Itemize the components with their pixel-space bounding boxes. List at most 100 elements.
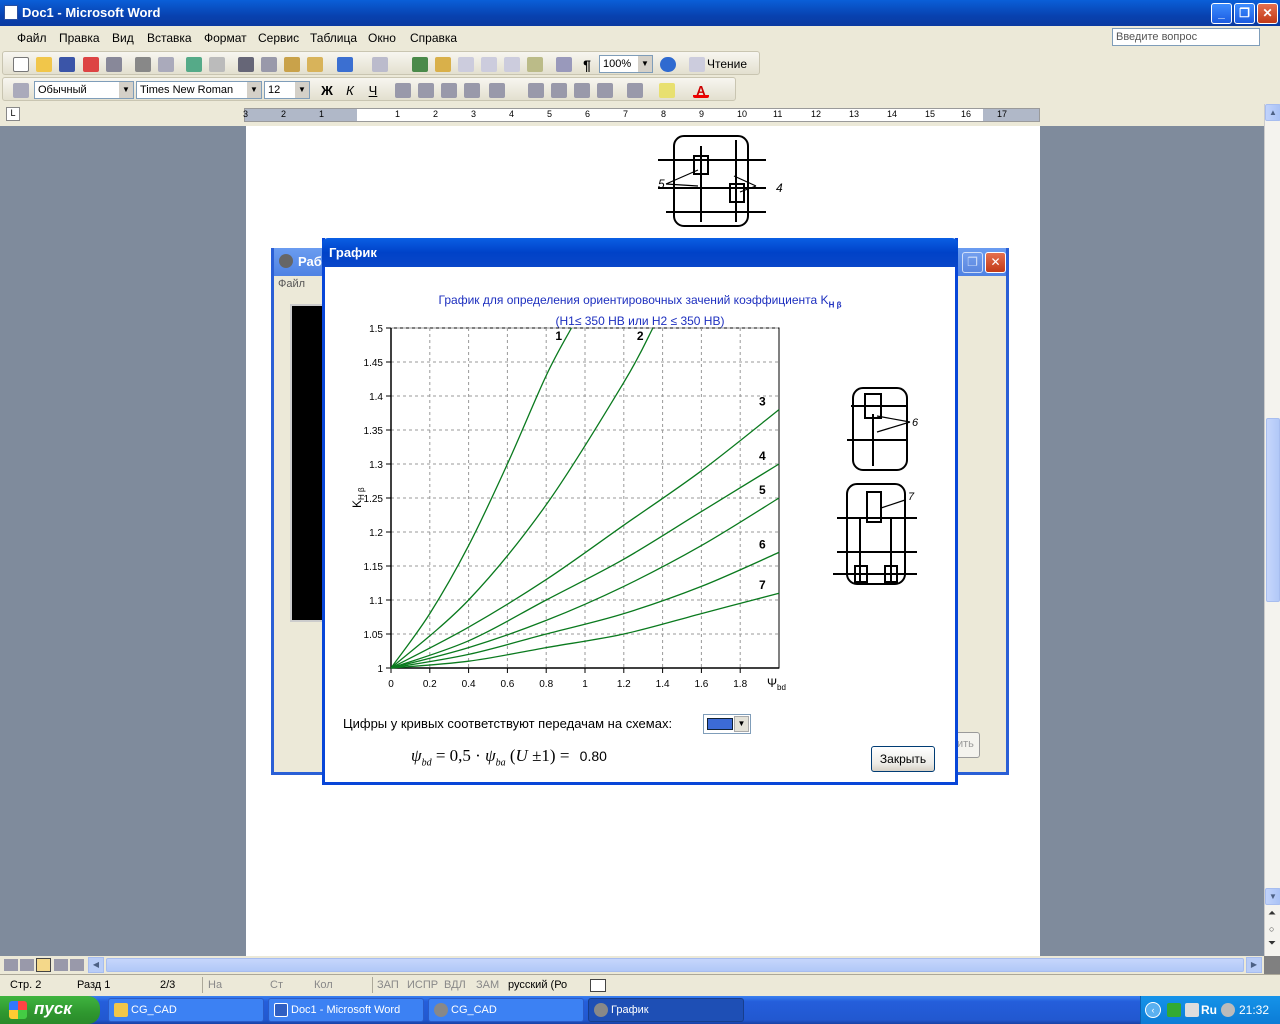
prev-page-icon[interactable]: ⏶ xyxy=(1268,908,1276,919)
print-preview-icon[interactable] xyxy=(158,57,174,72)
y-tick-label: 1.15 xyxy=(364,562,384,573)
normal-view-icon[interactable] xyxy=(4,959,18,971)
horizontal-ruler[interactable]: 3 2 1 1 2 3 4 5 6 7 8 9 10 11 12 13 14 1… xyxy=(243,108,1040,122)
new-doc-icon[interactable] xyxy=(13,57,29,72)
vertical-scrollbar[interactable]: ▲ ▼ ⏶ ○ ⏷ xyxy=(1264,104,1280,956)
save-icon[interactable] xyxy=(59,57,75,72)
zoom-select[interactable]: 100% ▼ xyxy=(599,55,653,73)
scroll-down-button[interactable]: ▼ xyxy=(1265,888,1280,905)
ask-question-input[interactable]: Введите вопрос xyxy=(1112,28,1260,46)
close-dialog-button[interactable]: Закрыть xyxy=(871,746,935,772)
browse-object-icon[interactable]: ○ xyxy=(1269,924,1274,934)
volume-icon[interactable] xyxy=(1185,1003,1199,1017)
bullets-icon[interactable] xyxy=(551,83,567,98)
print-layout-icon[interactable] xyxy=(36,958,51,972)
network-icon[interactable] xyxy=(1167,1003,1181,1017)
styles-pane-icon[interactable] xyxy=(13,83,29,98)
task-cg-cad-folder[interactable]: CG_CAD xyxy=(108,998,264,1022)
reading-view-icon[interactable] xyxy=(70,959,84,971)
insert-excel-icon[interactable] xyxy=(481,57,497,72)
decrease-indent-icon[interactable] xyxy=(574,83,590,98)
cut-icon[interactable] xyxy=(238,57,254,72)
bold-icon[interactable]: Ж xyxy=(319,83,335,98)
language-indicator[interactable]: Ru xyxy=(1201,1003,1217,1017)
align-center-icon[interactable] xyxy=(418,83,434,98)
reading-icon[interactable] xyxy=(689,57,705,72)
style-select[interactable]: Обычный ▼ xyxy=(34,81,134,99)
menu-help[interactable]: Справка xyxy=(410,31,457,45)
font-color-icon[interactable]: A xyxy=(693,83,709,98)
menu-tools[interactable]: Сервис xyxy=(258,31,299,45)
align-right-icon[interactable] xyxy=(441,83,457,98)
menu-format[interactable]: Формат xyxy=(204,31,247,45)
status-ext[interactable]: ВДЛ xyxy=(444,979,466,991)
line-spacing-icon[interactable] xyxy=(489,83,505,98)
tray-app-icon[interactable] xyxy=(1221,1003,1235,1017)
menu-window[interactable]: Окно xyxy=(368,31,396,45)
email-icon[interactable] xyxy=(106,57,122,72)
scroll-up-button[interactable]: ▲ xyxy=(1265,104,1280,121)
highlight-icon[interactable] xyxy=(659,83,675,98)
borders-icon[interactable] xyxy=(627,83,643,98)
italic-icon[interactable]: К xyxy=(342,83,358,98)
bg-maximize-button[interactable]: ❐ xyxy=(962,252,983,273)
reading-mode-button[interactable]: Чтение xyxy=(707,57,747,71)
bg-close-button[interactable]: ✕ xyxy=(985,252,1006,273)
spelling-status-icon[interactable] xyxy=(590,979,606,992)
menu-insert[interactable]: Вставка xyxy=(147,31,192,45)
start-button[interactable]: пуск xyxy=(0,996,100,1024)
justify-icon[interactable] xyxy=(464,83,480,98)
font-select[interactable]: Times New Roman ▼ xyxy=(136,81,262,99)
x-tick-label: 0.2 xyxy=(423,679,437,690)
task-cg-cad-app[interactable]: CG_CAD xyxy=(428,998,584,1022)
menu-file[interactable]: Файл xyxy=(17,31,47,45)
minimize-button[interactable]: _ xyxy=(1211,3,1232,24)
status-trk[interactable]: ИСПР xyxy=(407,979,438,991)
tables-borders-icon[interactable] xyxy=(435,57,451,72)
align-left-icon[interactable] xyxy=(395,83,411,98)
web-view-icon[interactable] xyxy=(20,959,34,971)
underline-icon[interactable]: Ч xyxy=(365,83,381,98)
numbering-icon[interactable] xyxy=(528,83,544,98)
insert-table-icon[interactable] xyxy=(458,57,474,72)
task-graph[interactable]: График xyxy=(588,998,744,1022)
print-icon[interactable] xyxy=(135,57,151,72)
columns-icon[interactable] xyxy=(504,57,520,72)
spelling-icon[interactable] xyxy=(186,57,202,72)
status-rec[interactable]: ЗАП xyxy=(377,979,399,991)
tab-selector[interactable]: L xyxy=(6,107,20,121)
status-ovr[interactable]: ЗАМ xyxy=(476,979,499,991)
menu-view[interactable]: Вид xyxy=(112,31,134,45)
bg-menu-file[interactable]: Файл xyxy=(278,278,305,290)
research-icon[interactable] xyxy=(209,57,225,72)
hyperlink-icon[interactable] xyxy=(412,57,428,72)
close-button[interactable]: ✕ xyxy=(1257,3,1278,24)
scheme-color-select[interactable]: ▼ xyxy=(703,714,751,734)
horizontal-scroll-thumb[interactable] xyxy=(106,958,1244,972)
standard-toolbar: ¶ 100% ▼ Чтение xyxy=(0,50,1280,76)
next-page-icon[interactable]: ⏷ xyxy=(1268,938,1276,949)
open-icon[interactable] xyxy=(36,57,52,72)
outline-view-icon[interactable] xyxy=(54,959,68,971)
format-painter-icon[interactable] xyxy=(307,57,323,72)
restore-button[interactable]: ❐ xyxy=(1234,3,1255,24)
scroll-thumb[interactable] xyxy=(1266,418,1280,602)
help-icon[interactable] xyxy=(660,57,676,72)
undo-icon[interactable] xyxy=(337,57,353,72)
redo-icon[interactable] xyxy=(372,57,388,72)
drawing-icon[interactable] xyxy=(527,57,543,72)
paste-icon[interactable] xyxy=(284,57,300,72)
menu-edit[interactable]: Правка xyxy=(59,31,100,45)
menu-table[interactable]: Таблица xyxy=(310,31,357,45)
scroll-right-button[interactable]: ▶ xyxy=(1246,957,1262,973)
pilcrow-icon[interactable]: ¶ xyxy=(579,57,595,73)
increase-indent-icon[interactable] xyxy=(597,83,613,98)
scroll-left-button[interactable]: ◀ xyxy=(88,957,104,973)
task-word[interactable]: Doc1 - Microsoft Word xyxy=(268,998,424,1022)
font-size-select[interactable]: 12 ▼ xyxy=(264,81,310,99)
task-label: Doc1 - Microsoft Word xyxy=(291,1004,401,1016)
document-map-icon[interactable] xyxy=(556,57,572,72)
permission-icon[interactable] xyxy=(83,57,99,72)
copy-icon[interactable] xyxy=(261,57,277,72)
tray-expand-icon[interactable]: ‹ xyxy=(1145,1002,1161,1018)
